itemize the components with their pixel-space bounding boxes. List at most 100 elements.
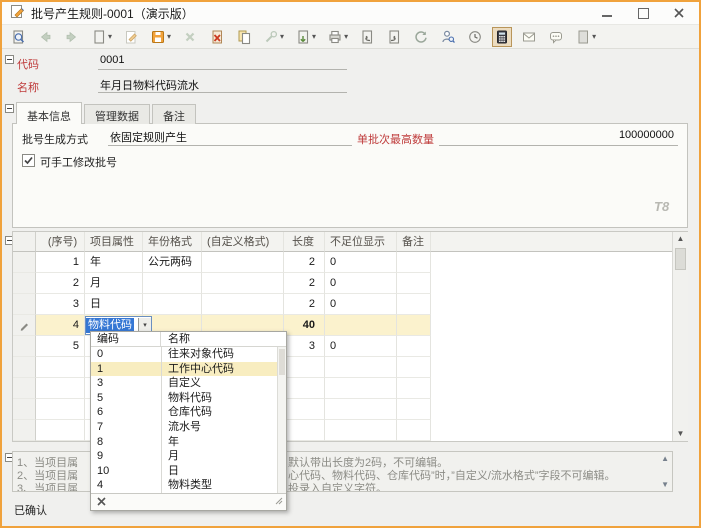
hint-scroll-down-icon[interactable]: ▼ bbox=[661, 480, 669, 489]
dropdown-resize-grip-icon[interactable] bbox=[274, 496, 283, 508]
dropdown-item[interactable]: 8年 bbox=[91, 435, 277, 450]
row-selector[interactable] bbox=[13, 273, 36, 294]
manual-edit-checkbox[interactable] bbox=[22, 154, 35, 167]
dropdown-caret-icon[interactable]: ▾ bbox=[592, 32, 596, 41]
dropdown-item[interactable]: 6仓库代码 bbox=[91, 405, 277, 420]
close-button[interactable] bbox=[673, 7, 685, 19]
cell-year-format[interactable] bbox=[143, 294, 202, 315]
cell-custom-format[interactable] bbox=[202, 252, 284, 273]
cell-pad-display[interactable]: 0 bbox=[325, 252, 397, 273]
hint-scroll-up-icon[interactable]: ▲ bbox=[661, 454, 669, 463]
cell-note[interactable] bbox=[397, 336, 431, 357]
dropdown-caret-icon[interactable]: ▾ bbox=[312, 32, 316, 41]
tab-basic-info[interactable]: 基本信息 bbox=[16, 102, 82, 124]
cell-length[interactable]: 2 bbox=[284, 294, 325, 315]
mail-icon[interactable] bbox=[519, 27, 539, 47]
notes-icon[interactable]: ▾ bbox=[573, 27, 598, 47]
cell-attr[interactable]: 月 bbox=[85, 273, 143, 294]
dropdown-scrollbar[interactable] bbox=[277, 347, 286, 493]
refresh-icon[interactable] bbox=[411, 27, 431, 47]
row-selector[interactable] bbox=[13, 336, 36, 357]
row-selector[interactable] bbox=[13, 378, 36, 399]
row-selector-editing[interactable] bbox=[13, 315, 36, 336]
find-person-icon[interactable] bbox=[438, 27, 458, 47]
dropdown-item[interactable]: 10日 bbox=[91, 464, 277, 479]
cell-pad-display[interactable]: 0 bbox=[325, 336, 397, 357]
header-pad-display[interactable]: 不足位显示 bbox=[325, 232, 397, 252]
row-selector[interactable] bbox=[13, 357, 36, 378]
delete-document-icon[interactable] bbox=[207, 27, 227, 47]
calculator-icon[interactable] bbox=[492, 27, 512, 47]
tab-remarks[interactable]: 备注 bbox=[152, 104, 196, 124]
cell-custom-format[interactable] bbox=[202, 273, 284, 294]
collapse-tabs-toggle[interactable] bbox=[5, 104, 14, 113]
dropdown-item[interactable]: 7流水号 bbox=[91, 420, 277, 435]
dropdown-item[interactable]: 5物料代码 bbox=[91, 391, 277, 406]
cell-seq[interactable]: 3 bbox=[36, 294, 85, 315]
print-icon[interactable]: ▾ bbox=[325, 27, 350, 47]
minimize-button[interactable] bbox=[601, 7, 613, 19]
dropdown-caret-icon[interactable]: ▾ bbox=[344, 32, 348, 41]
maximize-button[interactable] bbox=[637, 7, 649, 19]
cell-pad-display[interactable]: 0 bbox=[325, 294, 397, 315]
cell-seq[interactable]: 1 bbox=[36, 252, 85, 273]
dropdown-item[interactable]: 3自定义 bbox=[91, 376, 277, 391]
history-icon[interactable] bbox=[465, 27, 485, 47]
grid-vertical-scrollbar[interactable]: ▲ ▼ bbox=[672, 232, 688, 441]
dropdown-item[interactable]: 4物料类型 bbox=[91, 478, 277, 493]
cell-note[interactable] bbox=[397, 315, 431, 336]
dropdown-item[interactable]: 1工作中心代码 bbox=[91, 362, 277, 377]
dropdown-item[interactable]: 9月 bbox=[91, 449, 277, 464]
cell-attr[interactable]: 日 bbox=[85, 294, 143, 315]
cell-note[interactable] bbox=[397, 252, 431, 273]
find-document-icon[interactable] bbox=[8, 27, 28, 47]
cell-attr[interactable]: 年 bbox=[85, 252, 143, 273]
tab-management-data[interactable]: 管理数据 bbox=[84, 104, 150, 124]
header-length[interactable]: 长度 bbox=[284, 232, 325, 252]
cell-length[interactable]: 2 bbox=[284, 273, 325, 294]
cell-seq[interactable]: 5 bbox=[36, 336, 85, 357]
scrollbar-thumb[interactable] bbox=[675, 248, 686, 270]
row-selector[interactable] bbox=[13, 294, 36, 315]
header-custom-format[interactable]: (自定义格式) bbox=[202, 232, 284, 252]
cell-seq[interactable]: 2 bbox=[36, 273, 85, 294]
save-icon[interactable]: ▾ bbox=[148, 27, 173, 47]
row-selector[interactable] bbox=[13, 420, 36, 441]
scroll-down-icon[interactable]: ▼ bbox=[673, 427, 688, 441]
cell-seq[interactable]: 4 bbox=[36, 315, 85, 336]
new-document-icon[interactable]: ▾ bbox=[89, 27, 114, 47]
prev-record-icon[interactable] bbox=[357, 27, 377, 47]
cell-pad-display[interactable] bbox=[325, 315, 397, 336]
cell-length[interactable]: 2 bbox=[284, 252, 325, 273]
copy-document-icon[interactable] bbox=[234, 27, 254, 47]
header-attr[interactable]: 项目属性 bbox=[85, 232, 143, 252]
cell-pad-display[interactable]: 0 bbox=[325, 273, 397, 294]
cell-custom-format[interactable] bbox=[202, 294, 284, 315]
name-field[interactable]: 年月日物料代码流水 bbox=[98, 77, 347, 93]
comment-icon[interactable] bbox=[546, 27, 566, 47]
max-qty-field[interactable]: 100000000 bbox=[439, 129, 678, 146]
cell-note[interactable] bbox=[397, 294, 431, 315]
row-selector[interactable] bbox=[13, 399, 36, 420]
cell-year-format[interactable] bbox=[143, 273, 202, 294]
code-field[interactable]: 0001 bbox=[98, 54, 347, 70]
dropdown-item-code: 8 bbox=[91, 435, 161, 450]
dropdown-scrollbar-thumb[interactable] bbox=[279, 349, 285, 375]
scroll-up-icon[interactable]: ▲ bbox=[673, 232, 688, 246]
cell-note[interactable] bbox=[397, 273, 431, 294]
cell-length[interactable]: 3 bbox=[284, 336, 325, 357]
header-note[interactable]: 备注 bbox=[397, 232, 431, 252]
gen-mode-field[interactable]: 依固定规则产生 bbox=[108, 129, 352, 146]
export-document-icon[interactable]: ▾ bbox=[293, 27, 318, 47]
dropdown-caret-icon[interactable]: ▾ bbox=[167, 32, 171, 41]
header-year-format[interactable]: 年份格式 bbox=[143, 232, 202, 252]
dropdown-caret-icon[interactable]: ▾ bbox=[108, 32, 112, 41]
dropdown-close-icon[interactable] bbox=[97, 497, 106, 509]
dropdown-item[interactable]: 0往来对象代码 bbox=[91, 347, 277, 362]
header-seq[interactable]: (序号) bbox=[36, 232, 85, 252]
collapse-header-toggle[interactable] bbox=[5, 55, 14, 64]
cell-length[interactable]: 40 bbox=[284, 315, 325, 336]
cell-year-format[interactable]: 公元两码 bbox=[143, 252, 202, 273]
next-record-icon[interactable] bbox=[384, 27, 404, 47]
row-selector[interactable] bbox=[13, 252, 36, 273]
